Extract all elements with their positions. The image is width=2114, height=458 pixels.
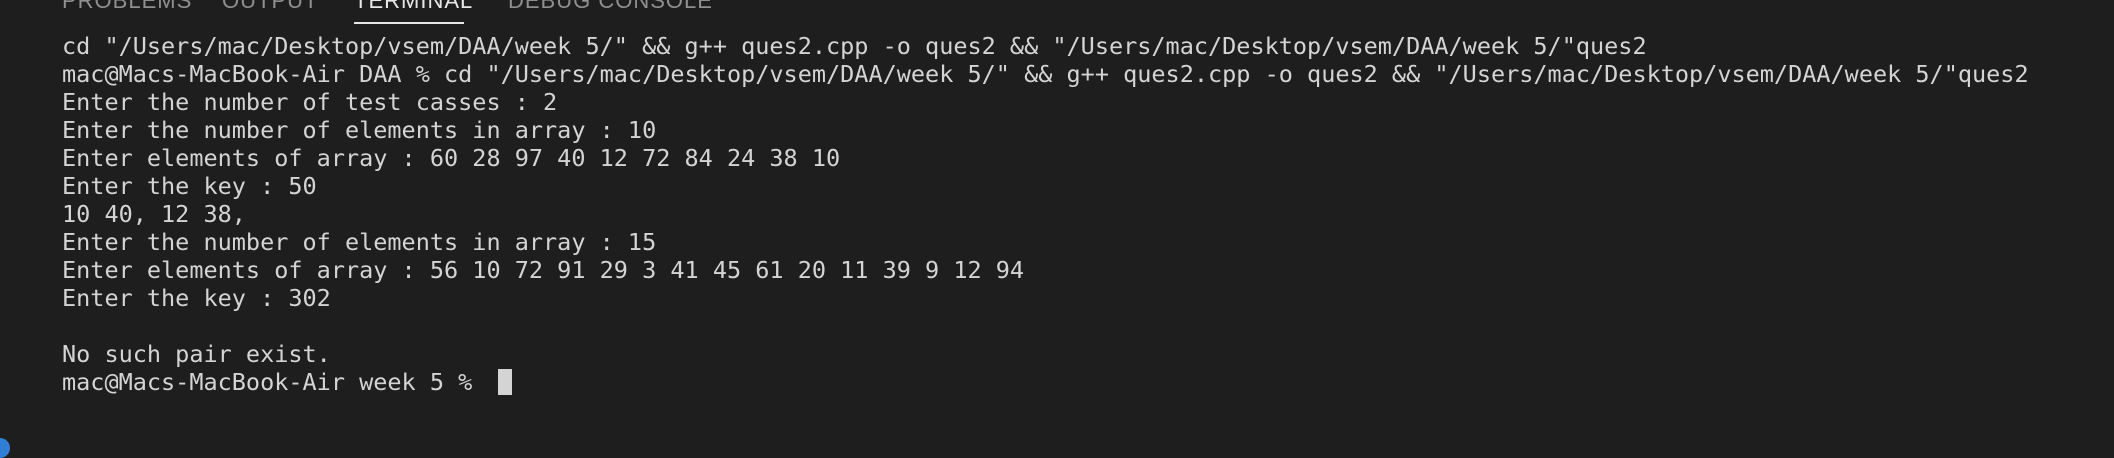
terminal-line: Enter elements of array : 56 10 72 91 29… [62, 256, 1025, 284]
tab-output[interactable]: OUTPUT [222, 0, 318, 14]
tab-debug-console[interactable]: DEBUG CONSOLE [508, 0, 713, 14]
terminal-prompt: mac@Macs-MacBook-Air week 5 % [62, 368, 487, 396]
terminal-line: Enter the number of test casses : 2 [62, 88, 558, 116]
active-tab-indicator [354, 22, 464, 24]
terminal-line: Enter the number of elements in array : … [62, 116, 657, 144]
terminal-prompt-line: mac@Macs-MacBook-Air week 5 % [62, 368, 513, 396]
terminal-line: Enter the key : 302 [62, 284, 331, 312]
terminal-line: Enter elements of array : 60 28 97 40 12… [62, 144, 841, 172]
panel-tab-bar: PROBLEMS OUTPUT TERMINAL DEBUG CONSOLE [0, 0, 2114, 26]
terminal-line-command: cd "/Users/mac/Desktop/vsem/DAA/week 5/"… [62, 32, 1647, 60]
terminal-line: 10 40, 12 38, [62, 200, 246, 228]
terminal-line: No such pair exist. [62, 340, 331, 368]
tab-problems[interactable]: PROBLEMS [62, 0, 192, 14]
terminal-line: Enter the number of elements in array : … [62, 228, 657, 256]
tab-terminal[interactable]: TERMINAL [354, 0, 473, 14]
terminal-output[interactable]: cd "/Users/mac/Desktop/vsem/DAA/week 5/"… [0, 28, 2114, 458]
terminal-line: Enter the key : 50 [62, 172, 317, 200]
terminal-cursor [498, 369, 513, 395]
terminal-line-prompt: mac@Macs-MacBook-Air DAA % cd "/Users/ma… [62, 60, 2029, 88]
